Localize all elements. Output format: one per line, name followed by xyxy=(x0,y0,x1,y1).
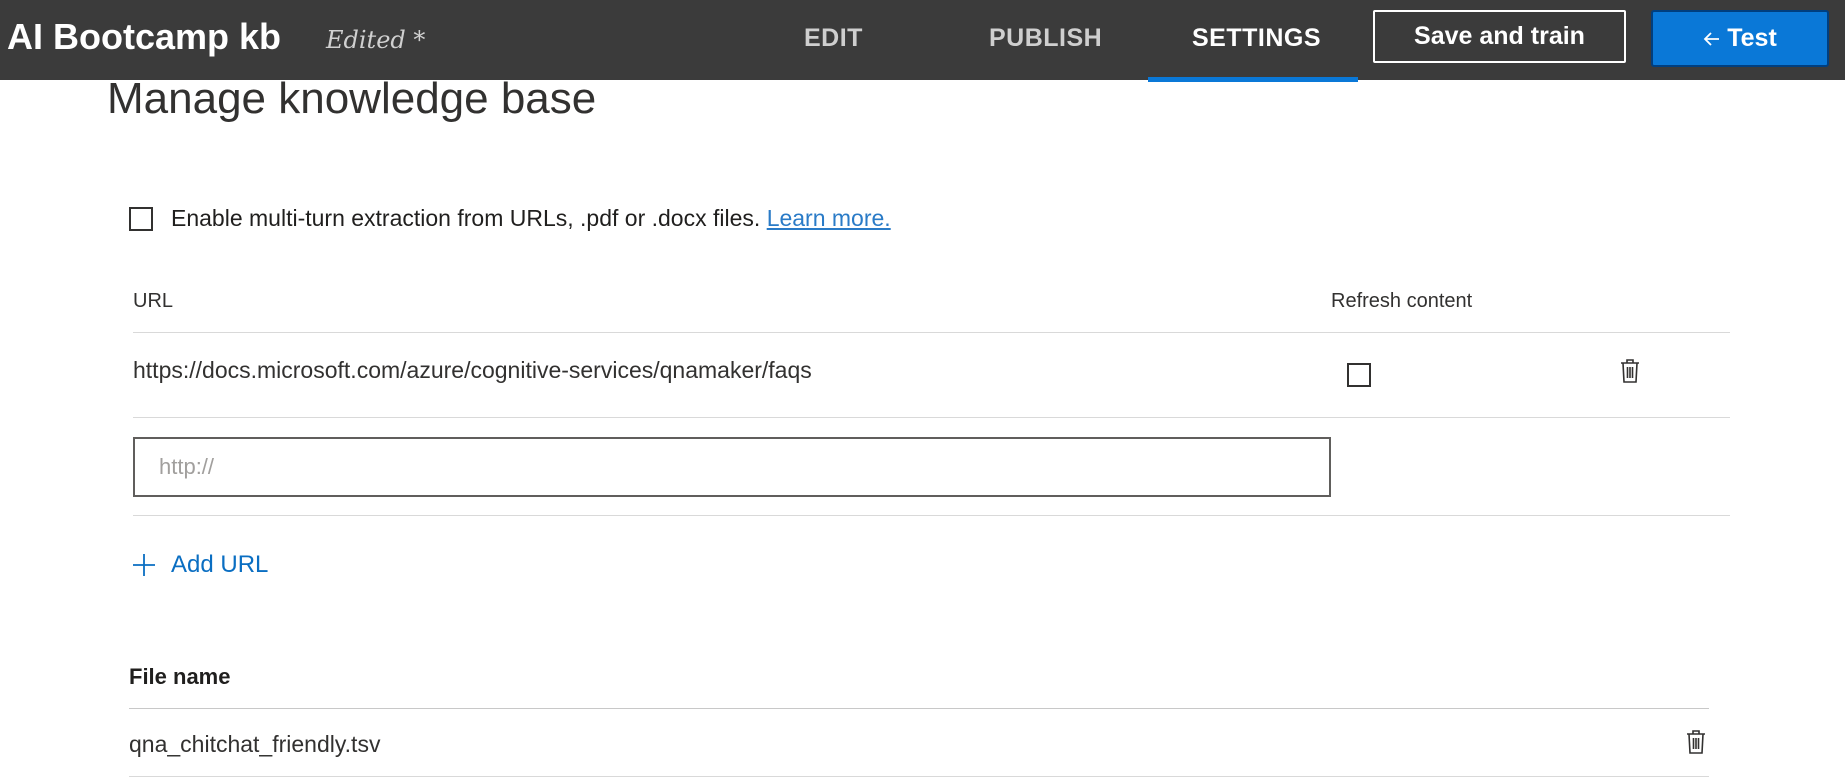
test-label: Test xyxy=(1727,24,1777,52)
trash-icon[interactable] xyxy=(1685,729,1707,755)
test-button[interactable]: Test xyxy=(1651,10,1829,67)
url-row-value: https://docs.microsoft.com/azure/cogniti… xyxy=(133,357,812,383)
tab-edit[interactable]: EDIT xyxy=(804,24,863,53)
learn-more-link[interactable]: Learn more. xyxy=(767,205,891,231)
page-title: Manage knowledge base xyxy=(107,74,597,123)
tab-settings[interactable]: SETTINGS xyxy=(1192,24,1321,53)
divider xyxy=(129,708,1709,709)
multiturn-label: Enable multi-turn extraction from URLs, … xyxy=(171,205,761,231)
divider xyxy=(129,776,1709,777)
edited-status: Edited * xyxy=(326,26,426,54)
active-tab-indicator xyxy=(1148,77,1358,82)
save-and-train-button[interactable]: Save and train xyxy=(1373,10,1626,63)
refresh-content-column-header: Refresh content xyxy=(1331,290,1473,312)
url-column-header: URL xyxy=(133,290,174,312)
new-url-input[interactable] xyxy=(133,437,1331,497)
multiturn-checkbox[interactable] xyxy=(129,207,153,231)
save-and-train-label: Save and train xyxy=(1414,22,1585,50)
divider xyxy=(133,515,1730,516)
multiturn-label-row: Enable multi-turn extraction from URLs, … xyxy=(171,205,891,232)
refresh-content-checkbox[interactable] xyxy=(1347,363,1371,387)
plus-icon xyxy=(133,554,155,576)
file-row-name: qna_chitchat_friendly.tsv xyxy=(129,731,381,757)
app-title: AI Bootcamp kb xyxy=(7,16,282,57)
top-bar: AI Bootcamp kb Edited * EDIT PUBLISH SET… xyxy=(0,0,1845,82)
file-name-column-header: File name xyxy=(129,664,231,689)
divider xyxy=(133,332,1730,333)
divider xyxy=(133,417,1730,418)
add-url-label: Add URL xyxy=(171,551,269,578)
trash-icon[interactable] xyxy=(1619,358,1641,384)
add-url-button[interactable]: Add URL xyxy=(131,551,268,579)
tab-publish[interactable]: PUBLISH xyxy=(989,24,1102,53)
arrow-left-icon xyxy=(1703,31,1720,46)
